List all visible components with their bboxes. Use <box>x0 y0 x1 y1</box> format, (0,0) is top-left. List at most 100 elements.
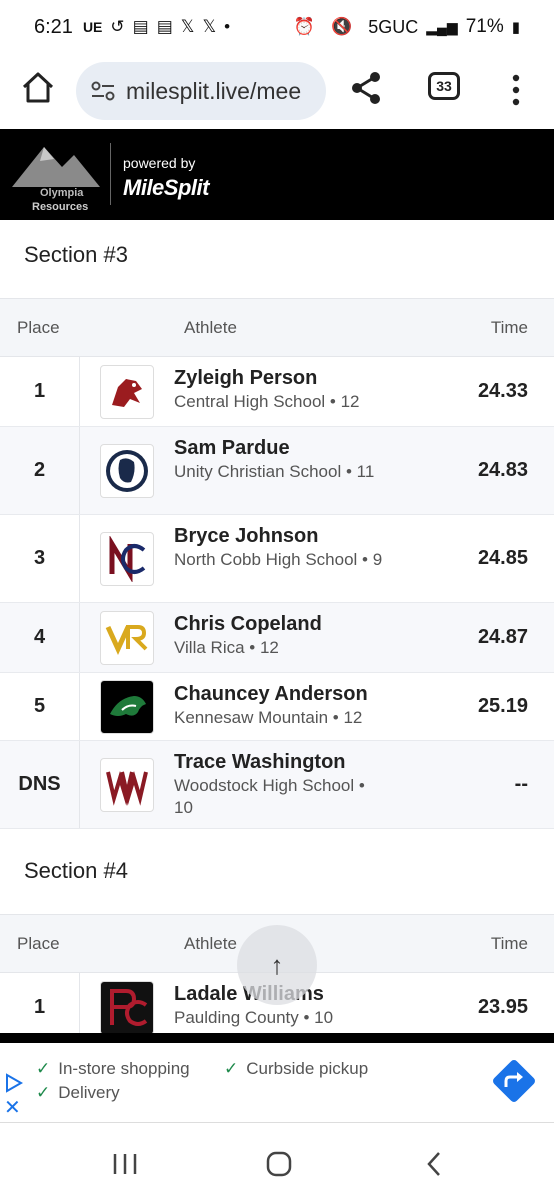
time-cell: -- <box>514 773 528 795</box>
header-athlete: Athlete <box>184 317 237 337</box>
time-cell: 24.33 <box>477 380 528 402</box>
team-logo <box>80 741 174 828</box>
check-icon: ✓ <box>36 1083 51 1102</box>
recent-apps-button[interactable] <box>110 1150 140 1178</box>
network-label: 5GUC <box>368 16 419 37</box>
battery-icon: ▮ <box>511 19 520 36</box>
place-cell: 3 <box>0 515 80 602</box>
table-row[interactable]: 3 Bryce Johnson North Cobb High School •… <box>0 515 554 603</box>
directions-icon <box>493 1060 535 1102</box>
athlete-school[interactable]: Villa Rica • 12 <box>174 637 384 659</box>
battery-label: 71% <box>465 16 504 37</box>
browser-toolbar: milesplit.live/mee <box>0 54 554 128</box>
mustang-logo-icon <box>110 695 146 716</box>
ue-icon: UE <box>82 19 103 35</box>
sync-icon: ↺ <box>110 17 125 36</box>
home-circle-icon <box>266 1151 292 1177</box>
ad-feature: ✓ Curbside pickup <box>224 1059 369 1078</box>
athlete-school[interactable]: Unity Christian School • 11 <box>174 461 384 483</box>
table-row[interactable]: 5 Chauncey Anderson Kennesaw Mountain • … <box>0 673 554 741</box>
powered-by-text: powered by <box>123 155 196 171</box>
athlete-name[interactable]: Chris Copeland <box>174 611 444 637</box>
home-icon <box>22 72 54 103</box>
table-row[interactable]: 1 Zyleigh Person Central High School • 1… <box>0 357 554 427</box>
athlete-name[interactable]: Trace Washington <box>174 749 444 775</box>
section-title: Section #3 <box>24 242 128 267</box>
dot-icon: • <box>224 17 231 36</box>
url-bar[interactable]: milesplit.live/mee <box>76 62 326 120</box>
recents-icon <box>113 1154 137 1174</box>
athlete-name[interactable]: Chauncey Anderson <box>174 681 444 707</box>
share-icon <box>352 72 380 104</box>
scroll-to-top-button[interactable]: ↑ <box>237 925 317 1005</box>
team-logo <box>80 673 174 740</box>
news-icon: ▤ <box>156 17 173 36</box>
place-cell: DNS <box>0 741 80 828</box>
url-text[interactable]: milesplit.live/mee <box>126 78 301 105</box>
more-vert-icon <box>512 74 520 106</box>
back-button[interactable] <box>420 1150 450 1178</box>
lion-logo-icon <box>112 378 142 407</box>
adchoices-icon[interactable] <box>4 1073 24 1093</box>
time-cell: 23.95 <box>477 996 528 1018</box>
x-icon: 𝕏 <box>202 17 217 36</box>
mountain-icon <box>12 147 100 187</box>
athlete-school[interactable]: North Cobb High School • 9 <box>174 549 384 571</box>
system-nav-bar <box>0 1124 554 1200</box>
section-title: Section #4 <box>24 858 128 883</box>
check-icon: ✓ <box>36 1059 51 1078</box>
athlete-name[interactable]: Bryce Johnson <box>174 523 444 549</box>
milesplit-logo[interactable]: MileSplit <box>123 175 209 201</box>
table-row[interactable]: 2 Sam Pardue Unity Christian School • 11… <box>0 427 554 515</box>
ww-logo-icon <box>106 770 148 806</box>
home-button[interactable] <box>18 68 58 108</box>
athlete-school[interactable]: Central High School • 12 <box>174 391 384 413</box>
tab-switcher-button[interactable]: 33 <box>428 72 460 100</box>
time-cell: 24.85 <box>477 547 528 569</box>
signal-icon: ▂▄▆ <box>426 18 458 35</box>
status-bar: 6:21 UE ↺ ▤ ▤ 𝕏 𝕏 • ⏰ 🔇 5GUC ▂▄▆ 71% ▮ <box>0 0 554 54</box>
time-cell: 24.87 <box>477 626 528 648</box>
close-ad-icon[interactable]: ✕ <box>4 1095 21 1120</box>
athlete-school[interactable]: Paulding County • 10 <box>174 1007 384 1029</box>
athlete-name[interactable]: Zyleigh Person <box>174 365 444 391</box>
athlete-school[interactable]: Woodstock High School • 10 <box>174 775 384 819</box>
place-cell: 2 <box>0 427 80 514</box>
athlete-school[interactable]: Kennesaw Mountain • 12 <box>174 707 384 729</box>
team-logo <box>80 603 174 672</box>
nc-logo-icon <box>109 535 146 582</box>
table-row[interactable]: 4 Chris Copeland Villa Rica • 12 24.87 <box>0 603 554 673</box>
ad-feature: ✓ In-store shopping <box>36 1059 190 1078</box>
table-header: Place Athlete Time <box>0 299 554 357</box>
arrow-up-icon: ↑ <box>270 949 284 980</box>
alarm-icon: ⏰ <box>293 17 316 36</box>
back-chevron-icon <box>427 1152 440 1176</box>
vr-logo-icon <box>105 624 148 655</box>
pc-logo-icon <box>110 988 148 1026</box>
banner-divider <box>110 143 111 205</box>
team-logo <box>80 357 174 426</box>
header-time: Time <box>490 317 528 337</box>
site-settings-icon[interactable] <box>90 79 116 103</box>
place-cell: 1 <box>0 357 80 426</box>
olympia-resources-logo[interactable]: Olympia Resources <box>10 139 102 213</box>
logo-line1: Olympia <box>40 187 84 199</box>
athlete-name[interactable]: Sam Pardue <box>174 435 444 461</box>
header-time: Time <box>490 933 528 953</box>
site-banner: Olympia Resources powered by MileSplit <box>0 129 554 220</box>
team-logo <box>80 427 174 514</box>
share-button[interactable] <box>348 68 384 108</box>
mute-icon: 🔇 <box>331 17 353 36</box>
overflow-menu-button[interactable] <box>506 72 526 108</box>
table-row[interactable]: DNS Trace Washington Woodstock High Scho… <box>0 741 554 829</box>
home-nav-button[interactable] <box>264 1150 294 1178</box>
ad-banner[interactable]: ✕ ✓ In-store shopping ✓ Curbside pickup ✓ D… <box>0 1043 554 1123</box>
directions-button[interactable] <box>490 1057 538 1105</box>
ad-feature: ✓ Delivery <box>36 1083 120 1102</box>
results-table-section-3: Place Athlete Time 1 Zyleigh Person Cent… <box>0 298 554 829</box>
check-icon: ✓ <box>224 1059 239 1078</box>
header-place: Place <box>17 317 60 337</box>
lion-head-logo-icon <box>106 449 148 492</box>
place-cell: 1 <box>0 973 80 1042</box>
place-cell: 4 <box>0 603 80 672</box>
